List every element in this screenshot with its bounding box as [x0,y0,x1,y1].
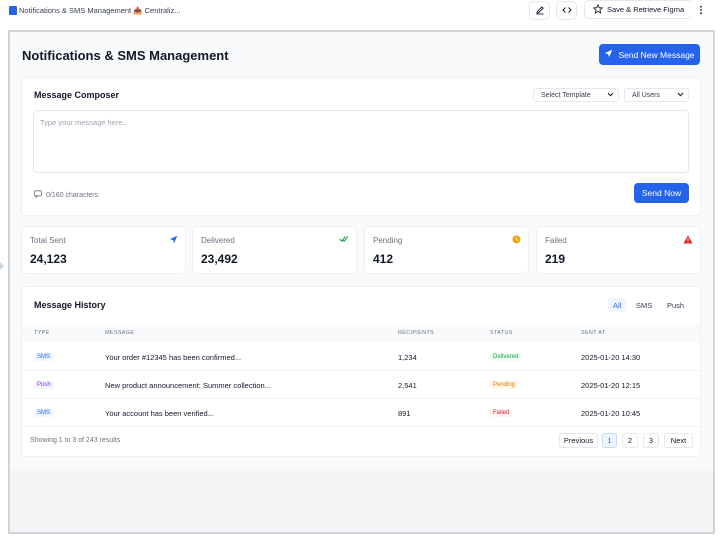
column-header-sent-at: SENT AT [581,330,606,336]
stat-value: 24,123 [30,252,67,266]
more-options-button[interactable] [690,1,711,20]
message-composer-card: Message Composer Select Template All Use… [22,78,700,215]
send-icon [169,235,178,246]
page-title: Notifications & SMS Management [22,48,229,63]
character-count: 0/160 characters [34,190,98,200]
results-summary: Showing 1 to 3 of 243 results [30,437,121,444]
stat-value: 412 [373,252,394,266]
composer-title: Message Composer [34,90,120,100]
stat-label: Total Sent [30,236,66,245]
message-textarea[interactable]: Type your message here... [33,110,689,173]
send-now-button[interactable]: Send Now [634,183,689,203]
filter-push-button[interactable]: Push [662,298,689,312]
table-row[interactable]: Push New product announcement: Summer co… [22,371,700,399]
type-badge: SMS [34,409,54,417]
stat-card-failed: Failed 219 [537,227,700,273]
template-select[interactable]: Select Template [533,88,619,102]
status-badge: Pending [490,381,519,389]
star-icon [592,3,604,16]
pencil-icon [535,5,545,17]
warning-icon [683,235,693,246]
status-badge: Delivered [490,353,522,361]
save-retrieve-figma-button[interactable]: Save & Retrieve Figma [584,0,694,19]
column-header-message: MESSAGE [105,330,135,336]
table-row[interactable]: SMS Your order #12345 has been confirmed… [22,343,700,371]
table-row[interactable]: SMS Your account has been verified... 89… [22,399,700,427]
pagination-previous-button[interactable]: Previous [559,433,598,448]
message-history-card: Message History All SMS Push TYPE MESSAG… [22,287,700,456]
pagination-page-2[interactable]: 2 [622,433,638,448]
status-badge: Failed [490,409,513,417]
pagination-page-3[interactable]: 3 [643,433,659,448]
double-check-icon [339,235,349,245]
table-header: TYPE MESSAGE RECIPIENTS STATUS SENT AT [22,324,700,342]
message-cell: Your order #12345 has been confirmed... [105,353,242,362]
save-label: Save & Retrieve Figma [607,5,685,14]
recipients-cell: 2,541 [398,381,417,390]
filter-all-button[interactable]: All [608,298,627,312]
stat-value: 219 [545,252,566,266]
send-new-message-button[interactable]: Send New Message [599,44,700,65]
main-panel: Notifications & SMS Management Send New … [10,32,713,469]
type-badge: Push [34,381,54,389]
pagination-next-button[interactable]: Next [664,433,693,448]
type-badge: SMS [34,353,54,361]
message-placeholder: Type your message here... [40,118,129,127]
send-new-label: Send New Message [618,49,695,60]
top-bar: Notifications & SMS Management 📤 Central… [0,0,723,22]
stat-label: Failed [545,236,567,245]
edit-button[interactable] [529,1,550,20]
stat-label: Delivered [201,236,235,245]
stat-card-total-sent: Total Sent 24,123 [22,227,185,273]
recipients-cell: 1,234 [398,353,417,362]
preview-frame: Notifications & SMS Management Send New … [8,30,715,534]
app-favicon-icon [9,6,17,15]
recipients-cell: 891 [398,409,411,418]
column-header-recipients: RECIPIENTS [398,330,435,336]
audience-select-value: All Users [632,91,661,99]
message-cell: Your account has been verified... [105,409,214,418]
filter-sms-button[interactable]: SMS [631,298,657,312]
chevron-down-icon [677,92,684,99]
pagination-page-1[interactable]: 1 [602,433,617,448]
code-icon [561,5,572,17]
stat-label: Pending [373,236,403,245]
sent-at-cell: 2025-01-20 14:30 [581,353,641,362]
stat-value: 23,492 [201,252,238,266]
column-header-status: STATUS [490,330,513,336]
template-select-value: Select Template [541,91,591,99]
vertical-dots-icon [699,5,703,17]
send-icon [604,49,613,60]
stat-card-pending: Pending 412 [365,227,528,273]
collapse-handle-icon[interactable] [0,262,4,270]
message-cell: New product announcement: Summer collect… [105,381,271,390]
sent-at-cell: 2025-01-20 10:45 [581,409,641,418]
code-view-button[interactable] [556,1,577,20]
clock-icon [512,235,521,246]
stat-card-delivered: Delivered 23,492 [193,227,356,273]
character-count-text: 0/160 characters [46,191,99,199]
sent-at-cell: 2025-01-20 12:15 [581,381,641,390]
tab-title[interactable]: Notifications & SMS Management 📤 Central… [19,6,180,15]
chevron-down-icon [607,92,614,99]
comment-icon [34,190,42,200]
column-header-type: TYPE [34,330,50,336]
audience-select[interactable]: All Users [624,88,689,102]
history-title: Message History [34,300,106,310]
